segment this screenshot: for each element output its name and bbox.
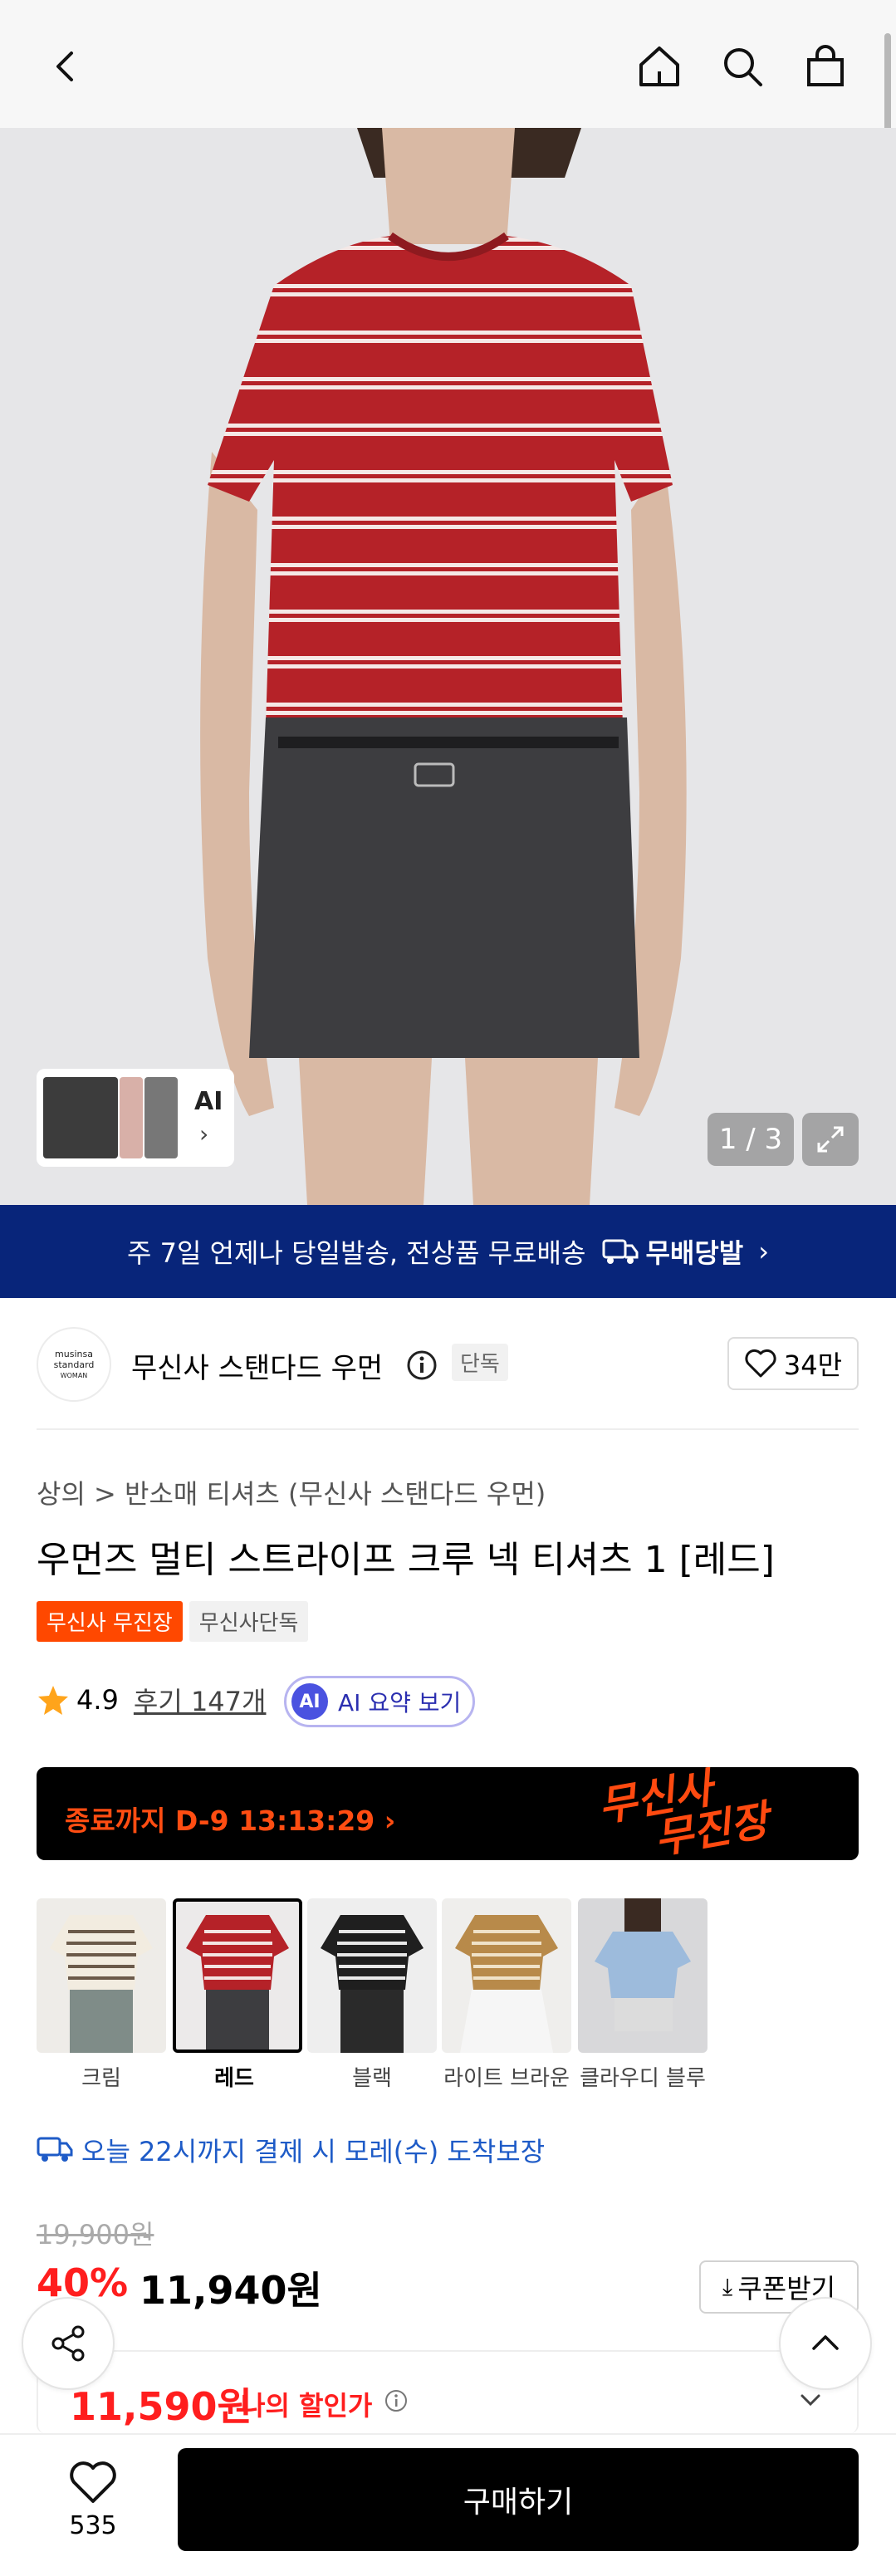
home-icon [639, 47, 679, 86]
brand-logo[interactable]: musinsa standard WOMAN [37, 1327, 111, 1402]
rating-value: 4.9 [76, 1684, 119, 1716]
color-option-light-brown[interactable] [442, 1898, 571, 2053]
color-option-black[interactable] [307, 1898, 437, 2053]
countdown-text: 종료까지 D-9 13:13:29 › [65, 1805, 396, 1837]
search-icon [724, 48, 762, 86]
ai-icon: AI [291, 1683, 328, 1720]
product-page: AI › 1 / 3 주 7일 언제나 당일발송, 전상품 무료배송 무배당발 … [0, 0, 896, 2576]
gallery-thumbnail-card[interactable]: AI › [37, 1069, 234, 1167]
chevron-right-icon: › [758, 1236, 769, 1267]
exclusive-tag: 단독 [452, 1344, 508, 1381]
logo-line: standard [53, 1359, 95, 1370]
buy-button[interactable]: 구매하기 [178, 2448, 859, 2551]
logo-line: WOMAN [60, 1371, 88, 1379]
my-price-label: 나의 할인가 [241, 2390, 373, 2422]
color-label: 클라우디 블루 [580, 2066, 706, 2091]
original-price: 19,900원 [37, 2219, 154, 2250]
event-logo: 무신사 무진장 [595, 1767, 772, 1860]
color-option-red[interactable] [173, 1898, 302, 2053]
banner-text: 주 7일 언제나 당일발송, 전상품 무료배송 [127, 1237, 586, 1269]
color-label: 블랙 [352, 2066, 392, 2091]
wish-count: 535 [69, 2511, 117, 2540]
product-image[interactable]: AI › 1 / 3 [0, 128, 896, 1205]
scroll-top-button[interactable] [779, 2297, 872, 2390]
black-tshirt-image [321, 1915, 424, 2053]
star-icon [38, 1686, 68, 1715]
color-option-cloudy-blue[interactable] [578, 1898, 707, 2053]
color-label: 크림 [81, 2066, 121, 2091]
cloudy-blue-tshirt-image [595, 1898, 691, 2031]
chevron-right-icon: › [199, 1120, 209, 1148]
brand-name[interactable]: 무신사 스탠다드 우먼 [131, 1345, 383, 1386]
color-option-cream[interactable] [37, 1898, 166, 2053]
heart-icon [70, 2461, 116, 2503]
ai-summary-label: AI 요약 보기 [338, 1689, 462, 1717]
breadcrumb[interactable]: 상의 > 반소매 티셔츠 (무신사 스탠다드 우먼) [37, 1473, 546, 1511]
free-shipping-badge: 무배당발 › [602, 1232, 769, 1271]
rating-row: 4.9 후기 147개 [37, 1681, 266, 1719]
delivery-text: 오늘 22시까지 결제 시 모레(수) 도착보장 [81, 2136, 546, 2167]
cart-button[interactable] [792, 33, 859, 100]
home-button[interactable] [626, 33, 693, 100]
chevron-left-icon [56, 51, 73, 81]
brand-likes-count: 34만 [783, 1349, 843, 1381]
thumbnail-3 [144, 1077, 178, 1158]
chevron-up-icon [812, 2335, 839, 2350]
delivery-guarantee[interactable]: 오늘 22시까지 결제 시 모레(수) 도착보장 [37, 2131, 545, 2169]
search-button[interactable] [709, 33, 776, 100]
download-icon: ⤓ [722, 2273, 733, 2300]
color-label: 레드 [214, 2066, 254, 2091]
heart-icon [745, 1349, 776, 1378]
truck-icon [602, 1239, 639, 1264]
ai-label: AI [194, 1087, 223, 1116]
sale-price: 11,940원 [140, 2268, 322, 2313]
info-icon[interactable] [405, 1349, 438, 1382]
shopping-bag-icon [807, 45, 844, 86]
badge-label: 무배당발 [645, 1237, 744, 1269]
review-count-link[interactable]: 후기 147개 [134, 1681, 267, 1719]
share-button[interactable] [22, 2297, 115, 2390]
model-photo [200, 128, 687, 1205]
product-title: 우먼즈 멀티 스트라이프 크루 넥 티셔츠 1 [레드] [37, 1539, 775, 1581]
shipping-banner[interactable]: 주 7일 언제나 당일발송, 전상품 무료배송 무배당발 › [0, 1205, 896, 1298]
red-tshirt-image [186, 1915, 289, 2050]
exclusive-tag: 무신사단독 [189, 1601, 309, 1642]
share-icon [51, 2325, 85, 2362]
brand-like-button[interactable]: 34만 [727, 1337, 859, 1390]
my-price: 11,590원 [70, 2384, 252, 2429]
cream-tshirt-image [50, 1915, 153, 2053]
logo-line: musinsa [55, 1348, 93, 1359]
truck-icon [37, 2137, 73, 2162]
divider [37, 1428, 859, 1430]
expand-icon [817, 1126, 844, 1153]
image-pager: 1 / 3 [707, 1113, 794, 1166]
ai-summary-button[interactable]: AI AI 요약 보기 [284, 1676, 475, 1727]
event-tag: 무신사 무진장 [37, 1601, 183, 1642]
info-icon[interactable] [384, 2388, 409, 2413]
top-nav [0, 0, 896, 166]
product-tags: 무신사 무진장 무신사단독 [37, 1601, 309, 1642]
thumbnail-1 [43, 1077, 118, 1158]
wish-button[interactable]: 535 [51, 2460, 135, 2551]
expand-button[interactable] [802, 1113, 859, 1166]
back-button[interactable] [33, 33, 100, 100]
thumbnail-2 [120, 1077, 143, 1158]
light-brown-tshirt-image [455, 1915, 558, 2053]
color-label: 라이트 브라운 [443, 2066, 570, 2091]
countdown-banner[interactable]: 종료까지 D-9 13:13:29 › 무신사 무진장 [37, 1767, 859, 1860]
